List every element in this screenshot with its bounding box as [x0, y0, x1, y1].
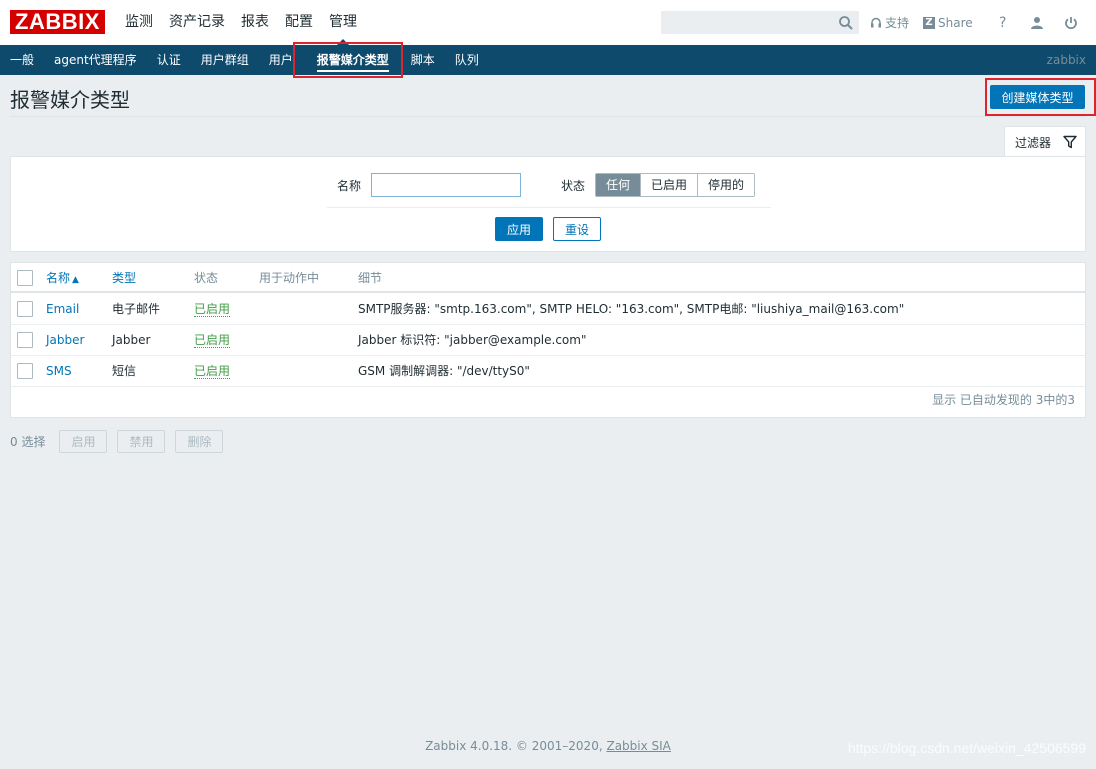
mass-action-bar: 0 选择 启用 禁用 删除 [10, 430, 233, 453]
filter-reset-button[interactable]: 重设 [553, 217, 601, 241]
media-type-type: 短信 [112, 364, 137, 378]
subnav-users[interactable]: 用户 [259, 45, 303, 75]
support-link[interactable]: 支持 [870, 14, 909, 31]
col-name-label: 名称 [46, 271, 71, 285]
zabbix-logo[interactable]: ZABBIX [10, 10, 105, 34]
filter-apply-button[interactable]: 应用 [495, 217, 543, 241]
headset-icon [871, 17, 881, 27]
mass-enable-button[interactable]: 启用 [59, 430, 108, 453]
subnav-proxies[interactable]: agent代理程序 [44, 45, 147, 75]
menu-reports[interactable]: 报表 [233, 0, 277, 45]
search-input[interactable] [662, 12, 832, 33]
menu-monitoring[interactable]: 监测 [117, 0, 161, 45]
filter-name-label: 名称 [337, 178, 362, 193]
status-cell: 已启用 [194, 294, 231, 324]
sort-asc-icon: ▲ [72, 275, 79, 285]
share-link[interactable]: Z Share [923, 16, 973, 30]
media-type-details: Jabber 标识符: "jabber@example.com" [358, 333, 587, 347]
filter-tab-label: 过滤器 [1015, 135, 1052, 150]
filter-panel: 名称 状态 任何 已启用 停用的 应用 重设 [10, 156, 1086, 252]
table-row: Jabber Jabber 已启用 Jabber 标识符: "jabber@ex… [11, 325, 1085, 356]
table-summary: 显示 已自动发现的 3中的3 [932, 393, 1075, 407]
col-details: 细节 [358, 271, 383, 285]
status-segmented-control: 任何 已启用 停用的 [595, 173, 756, 197]
status-option-enabled[interactable]: 已启用 [641, 174, 699, 196]
status-cell: 已启用 [194, 356, 231, 386]
media-type-details: SMTP服务器: "smtp.163.com", SMTP HELO: "163… [358, 302, 905, 316]
top-header: ZABBIX 监测 资产记录 报表 配置 管理 支持 Z Share ? [0, 0, 1096, 45]
share-label: Share [938, 15, 973, 30]
status-option-disabled[interactable]: 停用的 [698, 174, 755, 196]
media-type-type: 电子邮件 [112, 302, 161, 316]
subnav-queue[interactable]: 队列 [445, 45, 489, 75]
menu-inventory[interactable]: 资产记录 [161, 0, 233, 45]
search-icon[interactable] [838, 15, 854, 31]
header-actions: 支持 Z Share ? [870, 0, 1089, 45]
help-icon[interactable]: ? [993, 13, 1013, 33]
sub-navigation: 一般 agent代理程序 认证 用户群组 用户 报警媒介类型 脚本 队列 zab… [0, 45, 1096, 75]
row-checkbox[interactable] [17, 363, 33, 379]
funnel-filter-icon [1063, 135, 1077, 149]
footer-text: Zabbix 4.0.18. © 2001–2020, [425, 739, 607, 753]
subnav-authentication[interactable]: 认证 [147, 45, 191, 75]
col-type[interactable]: 类型 [112, 263, 136, 293]
menu-configuration[interactable]: 配置 [277, 0, 321, 45]
csdn-watermark: https://blog.csdn.net/weixin_42506599 [847, 740, 1086, 756]
subnav-media-types[interactable]: 报警媒介类型 [303, 45, 411, 75]
select-all-checkbox[interactable] [17, 270, 33, 286]
create-media-type-button[interactable]: 创建媒体类型 [990, 85, 1085, 109]
media-type-name-link[interactable]: Email [46, 294, 79, 324]
page-title: 报警媒介类型 [10, 88, 130, 112]
filter-status-row: 状态 任何 已启用 停用的 [561, 173, 756, 197]
subnav-scripts[interactable]: 脚本 [411, 45, 445, 75]
col-used-in-actions: 用于动作中 [259, 271, 320, 285]
filter-separator [327, 207, 771, 208]
filter-name-row: 名称 [337, 173, 522, 197]
media-type-type: Jabber [112, 333, 151, 347]
menu-administration[interactable]: 管理 [321, 0, 365, 45]
status-toggle-link[interactable]: 已启用 [194, 333, 231, 348]
status-toggle-link[interactable]: 已启用 [194, 302, 231, 317]
main-menu: 监测 资产记录 报表 配置 管理 [117, 0, 365, 45]
footer-zabbix-sia-link[interactable]: Zabbix SIA [606, 739, 670, 753]
selected-count: 0 选择 [10, 435, 46, 449]
user-profile-icon[interactable] [1027, 13, 1047, 33]
subnav-user-groups[interactable]: 用户群组 [191, 45, 259, 75]
media-type-name-link[interactable]: SMS [46, 356, 72, 386]
filter-name-input[interactable] [371, 173, 522, 197]
support-label: 支持 [885, 16, 910, 30]
table-header: 名称 ▲ 类型 状态 用于动作中 细节 [11, 263, 1085, 293]
col-name-sortable[interactable]: 名称 ▲ [46, 263, 79, 295]
table-row: SMS 短信 已启用 GSM 调制解调器: "/dev/ttyS0" [11, 356, 1085, 387]
status-cell: 已启用 [194, 325, 231, 355]
search-box [661, 11, 859, 34]
server-name: zabbix [1046, 53, 1086, 67]
media-type-details: GSM 调制解调器: "/dev/ttyS0" [358, 364, 530, 378]
subnav-general[interactable]: 一般 [0, 45, 44, 75]
mass-delete-button[interactable]: 删除 [175, 430, 224, 453]
logout-power-icon[interactable] [1061, 13, 1081, 33]
table-row: Email 电子邮件 已启用 SMTP服务器: "smtp.163.com", … [11, 294, 1085, 325]
col-status: 状态 [194, 271, 219, 285]
title-divider [10, 116, 1086, 117]
mass-disable-button[interactable]: 禁用 [117, 430, 166, 453]
status-option-any[interactable]: 任何 [596, 174, 642, 196]
row-checkbox[interactable] [17, 332, 33, 348]
media-type-name-link[interactable]: Jabber [46, 325, 84, 355]
media-types-table: 名称 ▲ 类型 状态 用于动作中 细节 Email 电子邮件 已启用 SMTP服务… [10, 262, 1086, 418]
status-toggle-link[interactable]: 已启用 [194, 364, 231, 379]
filter-tab[interactable]: 过滤器 [1004, 126, 1086, 157]
share-icon: Z [923, 16, 936, 29]
row-checkbox[interactable] [17, 301, 33, 317]
filter-status-label: 状态 [561, 178, 586, 193]
